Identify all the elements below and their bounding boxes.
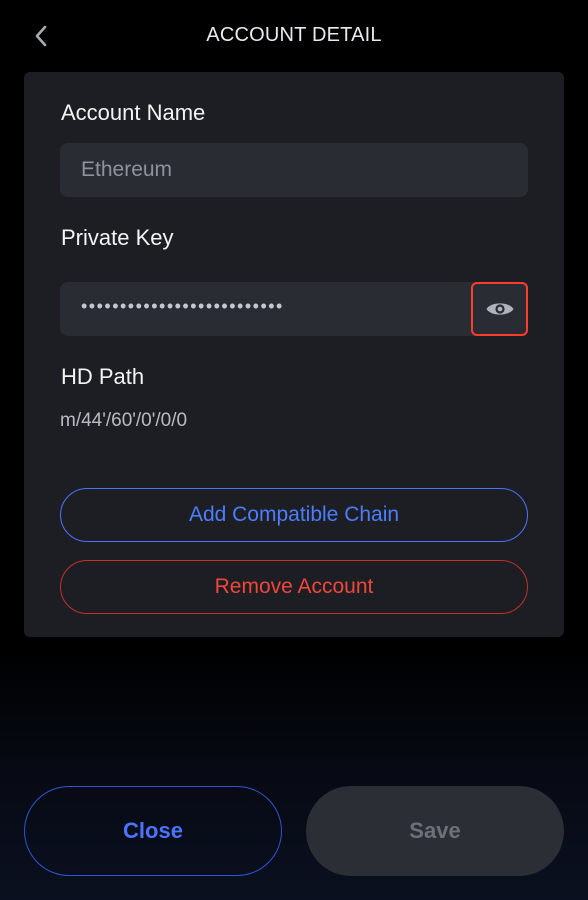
close-button[interactable]: Close xyxy=(24,786,282,876)
hd-path-value: m/44'/60'/0'/0/0 xyxy=(60,410,188,431)
account-name-field-wrapper xyxy=(60,143,528,197)
account-detail-card: Account Name Private Key •••••••••••••••… xyxy=(24,72,564,637)
private-key-field: •••••••••••••••••••••••••• xyxy=(60,282,528,336)
account-detail-screen: ACCOUNT DETAIL Account Name Private Key … xyxy=(0,0,588,900)
page-title: ACCOUNT DETAIL xyxy=(206,24,382,46)
private-key-label: Private Key xyxy=(61,225,174,250)
account-name-label: Account Name xyxy=(61,100,206,125)
hd-path-label: HD Path xyxy=(61,364,145,389)
header: ACCOUNT DETAIL xyxy=(0,0,588,72)
account-name-input[interactable] xyxy=(60,143,528,197)
eye-icon xyxy=(486,303,513,315)
save-button[interactable]: Save xyxy=(306,786,564,876)
add-compatible-chain-button[interactable]: Add Compatible Chain xyxy=(60,488,528,542)
remove-account-button[interactable]: Remove Account xyxy=(60,560,528,614)
reveal-private-key-button[interactable] xyxy=(471,282,528,336)
private-key-masked-value: •••••••••••••••••••••••••• xyxy=(81,296,284,316)
